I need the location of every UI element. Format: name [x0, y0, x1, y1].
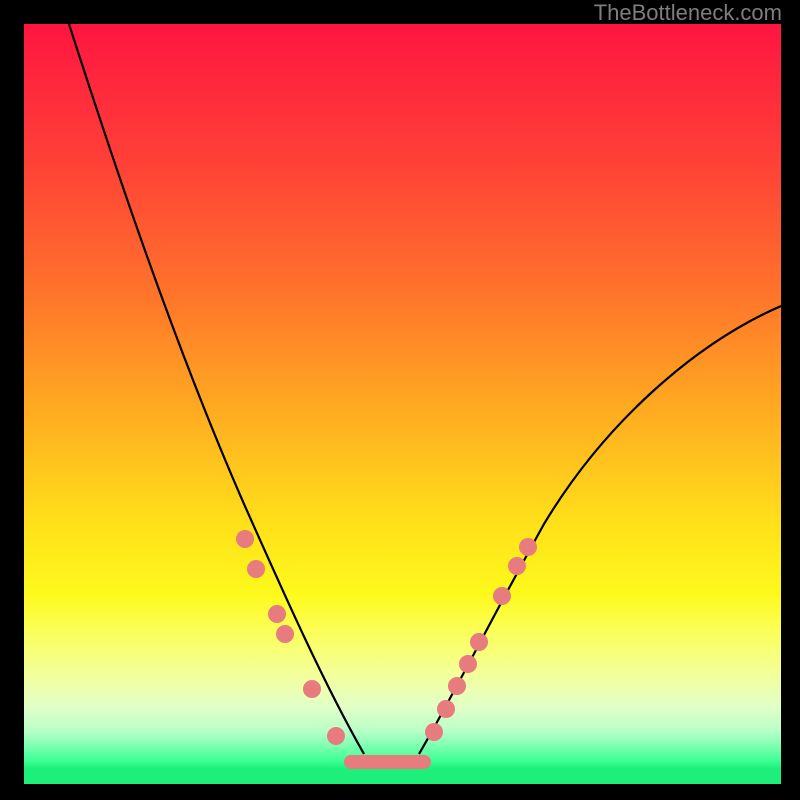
data-point — [327, 727, 345, 745]
curves-svg — [24, 24, 781, 784]
data-point — [276, 625, 294, 643]
data-point — [519, 538, 537, 556]
data-point — [268, 605, 286, 623]
data-point — [236, 530, 254, 548]
data-point — [459, 655, 477, 673]
data-point — [303, 680, 321, 698]
data-point — [493, 587, 511, 605]
curve-left — [69, 24, 364, 754]
data-point — [508, 557, 526, 575]
chart-stage: TheBottleneck.com — [0, 0, 800, 800]
plot-area — [24, 24, 781, 784]
curve-right — [419, 306, 781, 754]
data-point — [437, 700, 455, 718]
data-point — [425, 723, 443, 741]
data-point — [448, 677, 466, 695]
data-point — [247, 560, 265, 578]
watermark-text: TheBottleneck.com — [594, 0, 782, 26]
data-point — [470, 633, 488, 651]
